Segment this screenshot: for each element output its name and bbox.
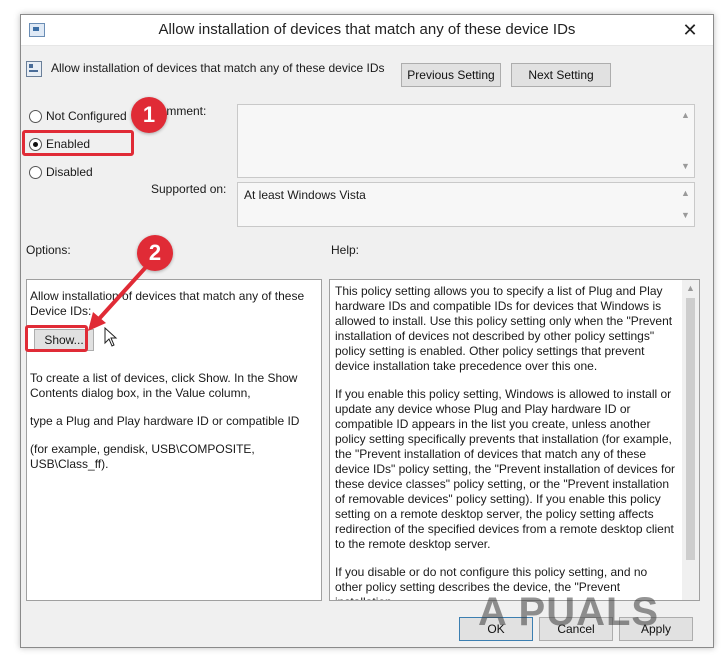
cursor-icon — [104, 327, 118, 347]
watermark: A PUALS — [478, 590, 660, 634]
